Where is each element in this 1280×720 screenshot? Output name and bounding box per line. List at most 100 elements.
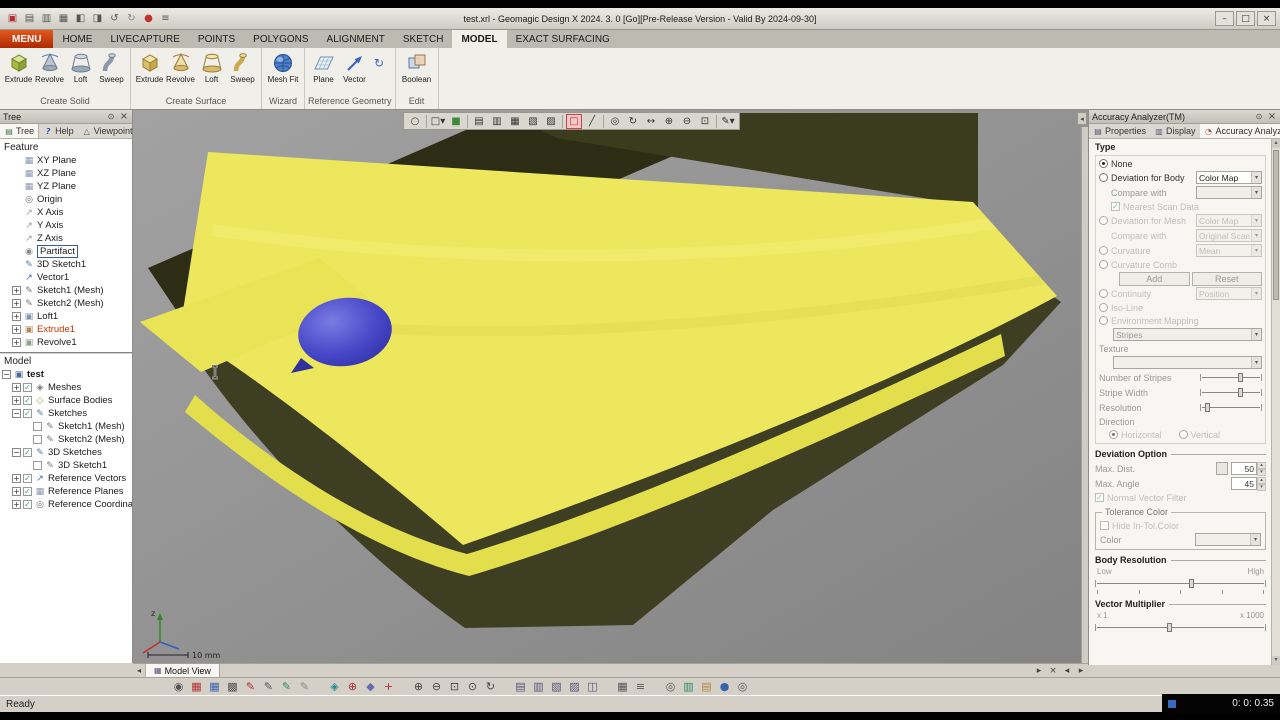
edit-add-icon[interactable]: ✎ (278, 679, 295, 694)
sweep-surface-button[interactable]: Sweep (227, 50, 258, 85)
nearest-scan-checkbox[interactable]: ✓ (1111, 202, 1120, 211)
radio-curvature-comb[interactable] (1099, 260, 1108, 269)
tab-help[interactable]: Help (39, 124, 78, 138)
expander-icon[interactable]: − (12, 409, 21, 418)
radio-horizontal[interactable] (1109, 430, 1118, 439)
max-dist-spinner[interactable]: 50 ▴ ▾ (1231, 462, 1266, 476)
tree-item-z-axis[interactable]: ↗ Z Axis (0, 232, 132, 245)
edit-red-pencil-icon[interactable]: ✎ (242, 679, 259, 694)
maximize-button[interactable] (1236, 11, 1255, 26)
tree-item-xy-plane[interactable]: ▦ XY Plane (0, 154, 132, 167)
tab-polygons[interactable]: POLYGONS (244, 30, 317, 48)
view-rotate-icon[interactable]: ↻ (482, 679, 499, 694)
tab-alignment[interactable]: ALIGNMENT (318, 30, 394, 48)
radio-deviation-for-body[interactable] (1099, 173, 1108, 182)
revolve-surface-button[interactable]: Revolve (165, 50, 196, 85)
quick-menu-icon[interactable]: ≡ (158, 11, 173, 26)
close-panel-icon[interactable] (1267, 111, 1277, 122)
zoom-window-icon[interactable]: ⊡ (446, 679, 463, 694)
viewport[interactable]: z 10 mm ○ □▾ ■ ▤ ▥ ▦ ▧ ▨ □ ╱ ◎ ↻ ↔ ⊕ ⊖ ⊡ ✎▾ (133, 110, 1088, 663)
visibility-checkbox[interactable] (33, 461, 42, 470)
expander-icon[interactable]: + (12, 487, 21, 496)
tree-item-3d-sketch1[interactable]: ✎ 3D Sketch1 (0, 459, 132, 472)
tab-sketch[interactable]: SKETCH (394, 30, 453, 48)
tree-item-vector1[interactable]: ↗ Vector1 (0, 271, 132, 284)
deviation-mesh-colormap-dropdown[interactable]: Color Map (1196, 214, 1262, 227)
measure-icon[interactable]: ◎ (662, 679, 679, 694)
coordinate-button[interactable]: ↻ (370, 50, 388, 77)
zoom-in-tool-icon[interactable]: ⊕ (410, 679, 427, 694)
scrollbar-thumb[interactable] (1273, 150, 1279, 300)
zoom-fit-icon[interactable]: ⊡ (697, 114, 713, 129)
clip-plane-icon[interactable]: ▤ (471, 114, 487, 129)
tree-item-revolve1[interactable]: + ▣ Revolve1 (0, 336, 132, 349)
close-button[interactable] (1257, 11, 1276, 26)
shade-mode-icon[interactable]: ■ (448, 114, 464, 129)
sweep-solid-button[interactable]: Sweep (96, 50, 127, 85)
close-panel-icon[interactable] (119, 111, 129, 122)
select-ellipse-icon[interactable]: ○ (407, 114, 423, 129)
expander-icon[interactable]: − (12, 448, 21, 457)
compare-body-dropdown[interactable] (1196, 186, 1262, 199)
tree-item-test[interactable]: − ▣ test (0, 368, 132, 381)
radio-environment-mapping[interactable] (1099, 316, 1108, 325)
visibility-checkbox[interactable]: ✓ (23, 487, 32, 496)
expander-icon[interactable]: + (12, 338, 21, 347)
tab-tree[interactable]: Tree (0, 124, 40, 138)
tree-item-xz-plane[interactable]: ▦ XZ Plane (0, 167, 132, 180)
tree-item-3d-sketches[interactable]: − ✓ ✎ 3D Sketches (0, 446, 132, 459)
record-icon[interactable]: ● (141, 11, 156, 26)
tab-exact-surfacing[interactable]: EXACT SURFACING (507, 30, 619, 48)
body-resolution-slider[interactable] (1095, 578, 1266, 589)
visibility-checkbox[interactable]: ✓ (23, 448, 32, 457)
annotate-icon[interactable]: ✎▾ (720, 114, 736, 129)
radio-none[interactable] (1099, 159, 1108, 168)
visibility-checkbox[interactable]: ✓ (23, 383, 32, 392)
tree-item-reference-planes[interactable]: + ✓ ▦ Reference Planes (0, 485, 132, 498)
fill-holes-icon[interactable]: ◈ (326, 679, 343, 694)
add-button[interactable]: Add (1119, 271, 1190, 286)
expander-icon[interactable]: − (2, 370, 11, 379)
tree-item-x-axis[interactable]: ↗ X Axis (0, 206, 132, 219)
tab-viewpoint[interactable]: Viewpoint (78, 124, 137, 138)
view-tab-prev-icon[interactable] (133, 664, 146, 677)
tab-home[interactable]: HOME (53, 30, 101, 48)
import-icon[interactable]: ◧ (73, 11, 88, 26)
loft-surface-button[interactable]: Loft (196, 50, 227, 85)
list-icon[interactable]: ≡ (632, 679, 649, 694)
texture-dropdown[interactable] (1113, 356, 1262, 369)
user-icon[interactable]: ● (716, 679, 733, 694)
region-select-icon[interactable]: □ (566, 113, 582, 129)
tree-item-sketch2-mesh[interactable]: + ✎ Sketch2 (Mesh) (0, 297, 132, 310)
tree-item-surface-bodies[interactable]: + ✓ ◇ Surface Bodies (0, 394, 132, 407)
analyzer-scrollbar[interactable] (1271, 139, 1280, 665)
edit-pencil-icon[interactable]: ✎ (260, 679, 277, 694)
view-mode-icon[interactable]: □▾ (430, 114, 446, 129)
plane-add-icon[interactable]: ▨ (566, 679, 583, 694)
open-file-icon[interactable]: ▥ (39, 11, 54, 26)
vector-button[interactable]: Vector (339, 50, 370, 85)
play-view-icon[interactable]: ▸ (1032, 664, 1046, 677)
plane-tool-icon[interactable]: ▤ (512, 679, 529, 694)
expander-icon[interactable]: + (12, 325, 21, 334)
point-cloud-red-icon[interactable]: ▦ (188, 679, 205, 694)
expander-icon[interactable]: + (12, 299, 21, 308)
new-file-icon[interactable]: ▤ (22, 11, 37, 26)
section-view-icon[interactable]: ▥ (489, 114, 505, 129)
tree-item-sketch2-mesh[interactable]: ✎ Sketch2 (Mesh) (0, 433, 132, 446)
app-icon[interactable]: ▣ (5, 11, 20, 26)
tree-item-sketches[interactable]: − ✓ ✎ Sketches (0, 407, 132, 420)
zoom-out-icon[interactable]: ⊖ (679, 114, 695, 129)
tree-item-3d-sketch1[interactable]: ✎ 3D Sketch1 (0, 258, 132, 271)
expander-icon[interactable]: + (12, 396, 21, 405)
pan-icon[interactable]: ↔ (643, 114, 659, 129)
extrude-surface-button[interactable]: Extrude (134, 50, 165, 85)
tree-item-reference-coordinates[interactable]: +✓ ◎ Reference Coordinates (0, 498, 132, 511)
minimize-button[interactable] (1215, 11, 1234, 26)
resolution-slider[interactable] (1200, 402, 1262, 413)
redo-icon[interactable]: ↻ (124, 11, 139, 26)
save-icon[interactable]: ▦ (56, 11, 71, 26)
tree-item-partifact[interactable]: ◉ Partifact (0, 245, 132, 258)
pin-icon[interactable] (1254, 112, 1264, 121)
scroll-left-icon[interactable]: ◂ (1060, 664, 1074, 677)
